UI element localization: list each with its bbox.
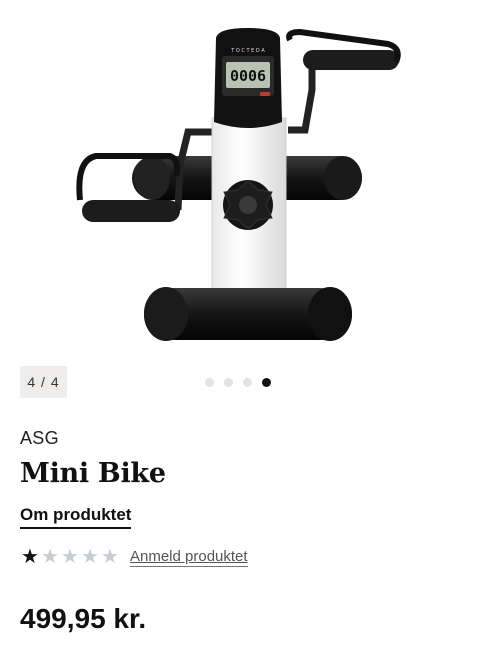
image-counter: 4 / 4 bbox=[20, 366, 67, 398]
display-brand: T O C T E D A bbox=[230, 48, 265, 54]
review-product-link[interactable]: Anmeld produktet bbox=[130, 548, 248, 567]
star-empty-icon: ★ bbox=[61, 546, 79, 568]
product-price: 499,95 kr. bbox=[20, 603, 147, 634]
carousel-dot-4[interactable] bbox=[262, 378, 271, 387]
star-empty-icon: ★ bbox=[101, 546, 119, 568]
about-product-link[interactable]: Om produktet bbox=[20, 505, 132, 529]
product-brand: ASG bbox=[20, 428, 59, 448]
carousel-dot-2[interactable] bbox=[224, 378, 233, 387]
product-title: Mini Bike bbox=[20, 458, 166, 489]
star-filled-icon: ★ bbox=[21, 546, 39, 568]
carousel-dot-3[interactable] bbox=[243, 378, 252, 387]
product-rating: ★ ★ ★ ★ ★ Anmeld produktet bbox=[20, 547, 248, 567]
mini-bike-image: 0006 T O C T E D A bbox=[76, 28, 401, 341]
product-image-gallery[interactable]: 0006 T O C T E D A bbox=[0, 0, 480, 360]
display-reading: 0006 bbox=[230, 67, 266, 85]
carousel-dot-1[interactable] bbox=[205, 378, 214, 387]
carousel-dots[interactable] bbox=[205, 378, 271, 387]
star-empty-icon: ★ bbox=[81, 546, 99, 568]
star-empty-icon: ★ bbox=[41, 546, 59, 568]
